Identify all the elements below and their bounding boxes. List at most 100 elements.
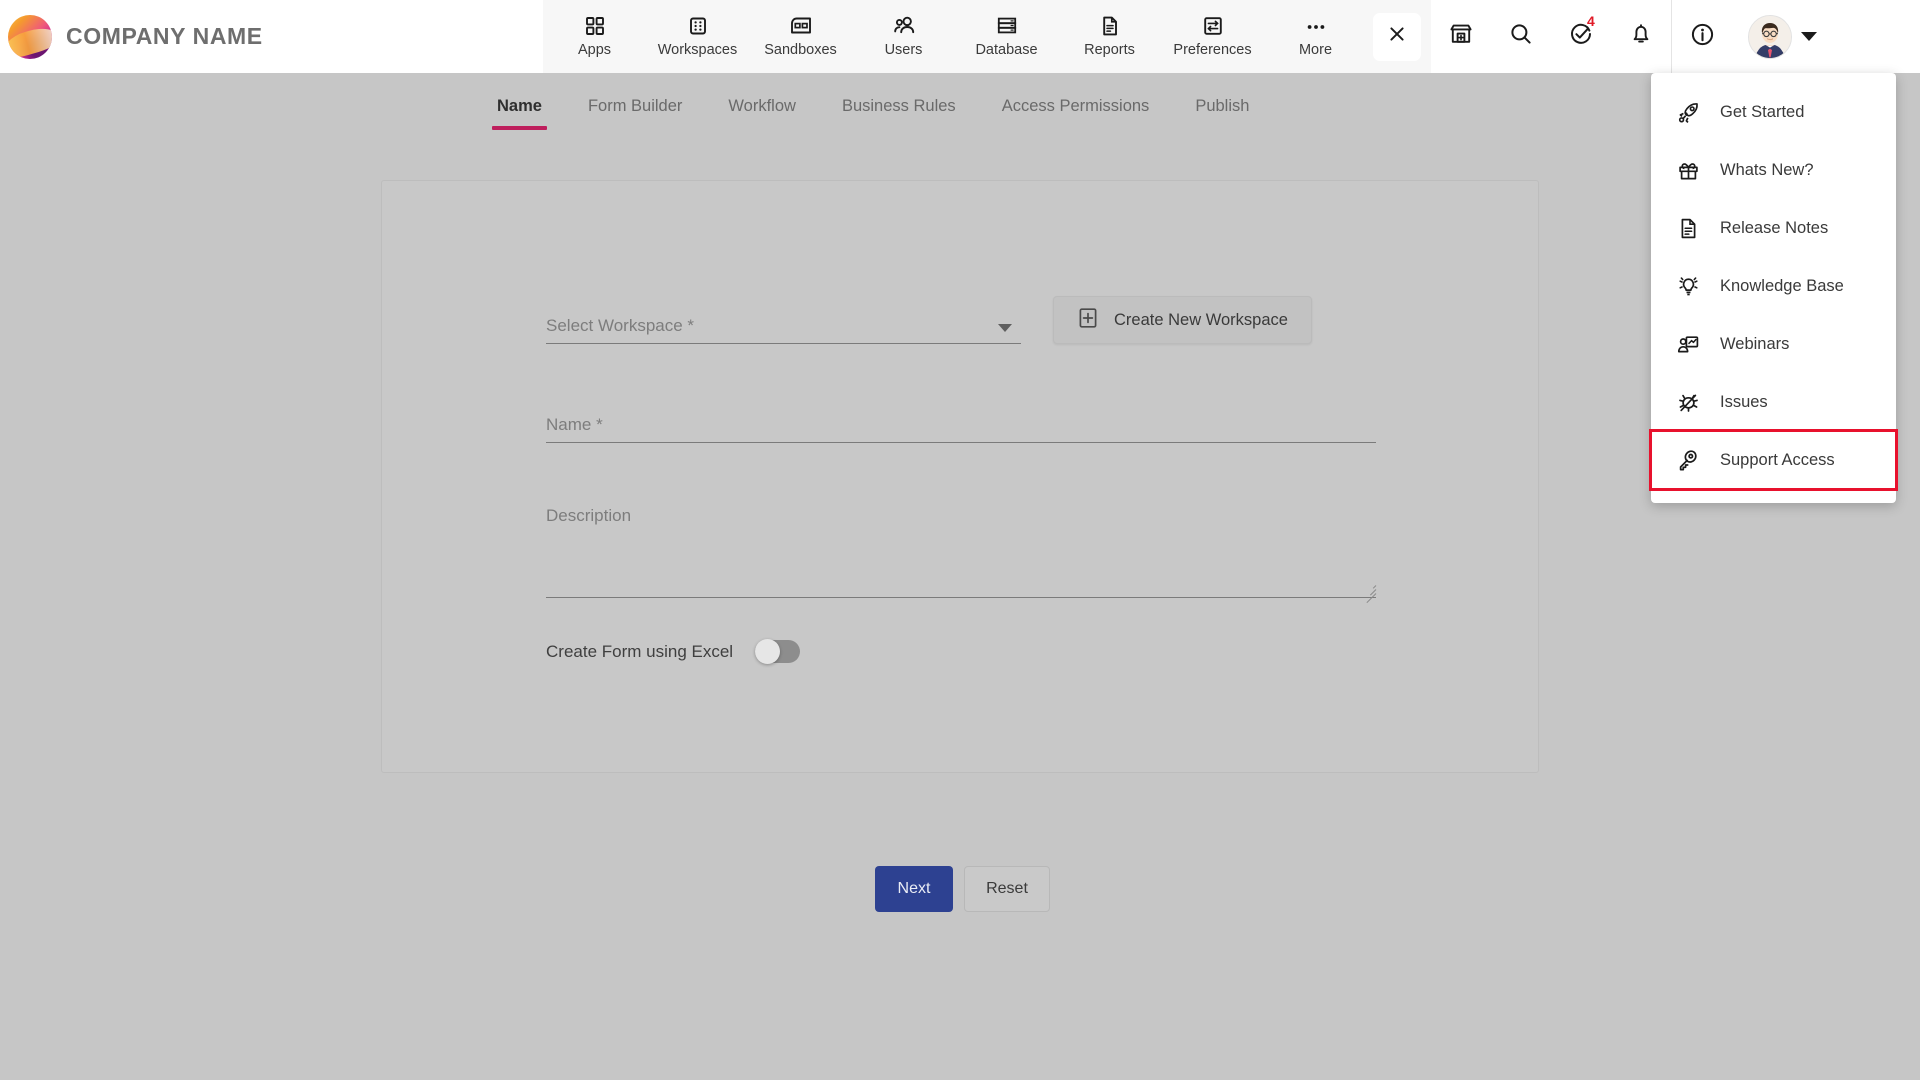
menu-item-label: Issues [1720,393,1768,412]
tab-name[interactable]: Name [497,97,542,130]
toggle-knob [755,639,780,664]
workspace-row: Select Workspace * Create New Workspace [546,296,1376,344]
app-details-form: Select Workspace * Create New Workspace … [546,296,1376,663]
next-button[interactable]: Next [875,866,953,912]
create-form-using-excel-toggle[interactable] [755,640,800,663]
lightbulb-icon [1677,275,1700,298]
menu-item-label: Whats New? [1720,161,1814,180]
info-button[interactable] [1672,0,1732,73]
user-menu-trigger[interactable] [1732,15,1831,59]
tab-business-rules[interactable]: Business Rules [842,97,956,130]
form-card: Select Workspace * Create New Workspace … [381,180,1539,773]
workspace-select-placeholder: Select Workspace * [546,316,694,343]
avatar [1748,15,1792,59]
page-content: Name Form Builder Workflow Business Rule… [0,73,1920,1080]
textarea-resize-handle[interactable] [1363,582,1376,595]
excel-toggle-row: Create Form using Excel [546,640,1376,663]
tab-label: Name [497,97,542,115]
nav-item-database[interactable]: Database [955,0,1058,73]
search-icon [1508,21,1534,52]
nav-item-label: Reports [1084,42,1135,58]
bug-icon [1677,391,1700,414]
workspace-select[interactable]: Select Workspace * [546,302,1021,344]
close-panel-button[interactable] [1373,13,1421,61]
apps-grid-icon [584,15,606,37]
app-description-input[interactable]: Description [546,500,1376,598]
brand-name: COMPANY NAME [66,23,263,50]
nav-item-preferences[interactable]: Preferences [1161,0,1264,73]
preferences-sliders-icon [1202,15,1224,37]
info-circle-icon [1689,21,1716,53]
menu-item-whats-new[interactable]: Whats New? [1651,141,1896,199]
reset-button[interactable]: Reset [964,866,1050,912]
nav-item-reports[interactable]: Reports [1058,0,1161,73]
nav-item-label: Sandboxes [764,42,837,58]
tab-label: Access Permissions [1002,97,1150,115]
menu-item-get-started[interactable]: Get Started [1651,83,1896,141]
menu-item-label: Support Access [1720,451,1835,470]
marketplace-store-button[interactable] [1431,0,1491,73]
tab-form-builder[interactable]: Form Builder [588,97,682,130]
menu-item-issues[interactable]: Issues [1651,373,1896,431]
document-lines-icon [1677,217,1700,240]
menu-item-label: Knowledge Base [1720,277,1844,296]
tab-label: Publish [1195,97,1249,115]
primary-navigation: Apps Workspaces Sandboxes Users Database [543,0,1431,73]
menu-item-knowledge-base[interactable]: Knowledge Base [1651,257,1896,315]
users-icon [892,15,916,37]
tasks-button[interactable]: 4 [1551,0,1611,73]
reports-document-icon [1099,15,1121,37]
top-bar-right-icons: 4 [1431,0,1831,73]
database-icon [996,15,1018,37]
help-dropdown-menu: Get Started Whats New? Release Notes Kno… [1651,73,1896,503]
brand-logo-area[interactable]: COMPANY NAME [0,0,543,73]
plus-square-icon [1077,307,1099,334]
top-bar: COMPANY NAME Apps Workspaces Sandboxes [0,0,1920,73]
nav-item-sandboxes[interactable]: Sandboxes [749,0,852,73]
notifications-bell-icon [1628,21,1654,52]
nav-item-label: More [1299,42,1332,58]
key-icon [1677,449,1700,472]
notifications-button[interactable] [1611,0,1671,73]
nav-item-label: Workspaces [658,42,738,58]
sandboxes-icon [789,15,813,37]
webinar-screen-icon [1677,333,1700,356]
nav-item-label: Database [975,42,1037,58]
nav-item-label: Users [885,42,923,58]
tab-label: Form Builder [588,97,682,115]
menu-item-release-notes[interactable]: Release Notes [1651,199,1896,257]
app-name-placeholder: Name * [546,415,603,442]
nav-item-users[interactable]: Users [852,0,955,73]
tab-access-permissions[interactable]: Access Permissions [1002,97,1150,130]
tab-publish[interactable]: Publish [1195,97,1249,130]
form-actions: Next Reset [875,866,1050,912]
search-button[interactable] [1491,0,1551,73]
nav-item-workspaces[interactable]: Workspaces [646,0,749,73]
tasks-count-badge: 4 [1587,14,1595,28]
wizard-tabs: Name Form Builder Workflow Business Rule… [0,73,1920,130]
menu-item-label: Release Notes [1720,219,1828,238]
create-new-workspace-label: Create New Workspace [1114,311,1288,330]
menu-item-label: Webinars [1720,335,1789,354]
menu-item-label: Get Started [1720,103,1804,122]
more-dots-icon [1304,15,1328,37]
close-x-icon [1387,24,1407,49]
menu-item-webinars[interactable]: Webinars [1651,315,1896,373]
tab-label: Workflow [728,97,796,115]
tab-workflow[interactable]: Workflow [728,97,796,130]
nav-item-label: Preferences [1173,42,1251,58]
app-description-placeholder: Description [546,506,631,526]
workspaces-icon [687,15,709,37]
nav-item-apps[interactable]: Apps [543,0,646,73]
nav-item-label: Apps [578,42,611,58]
dropdown-caret-icon [998,324,1012,332]
nav-item-more[interactable]: More [1264,0,1367,73]
chevron-down-icon [1801,32,1817,41]
marketplace-store-icon [1448,21,1474,52]
app-name-input[interactable]: Name * [546,401,1376,443]
gift-icon [1677,159,1700,182]
create-new-workspace-button[interactable]: Create New Workspace [1053,296,1312,344]
menu-item-support-access[interactable]: Support Access [1651,431,1896,489]
excel-toggle-label: Create Form using Excel [546,642,733,662]
company-sphere-logo-icon [8,15,52,59]
